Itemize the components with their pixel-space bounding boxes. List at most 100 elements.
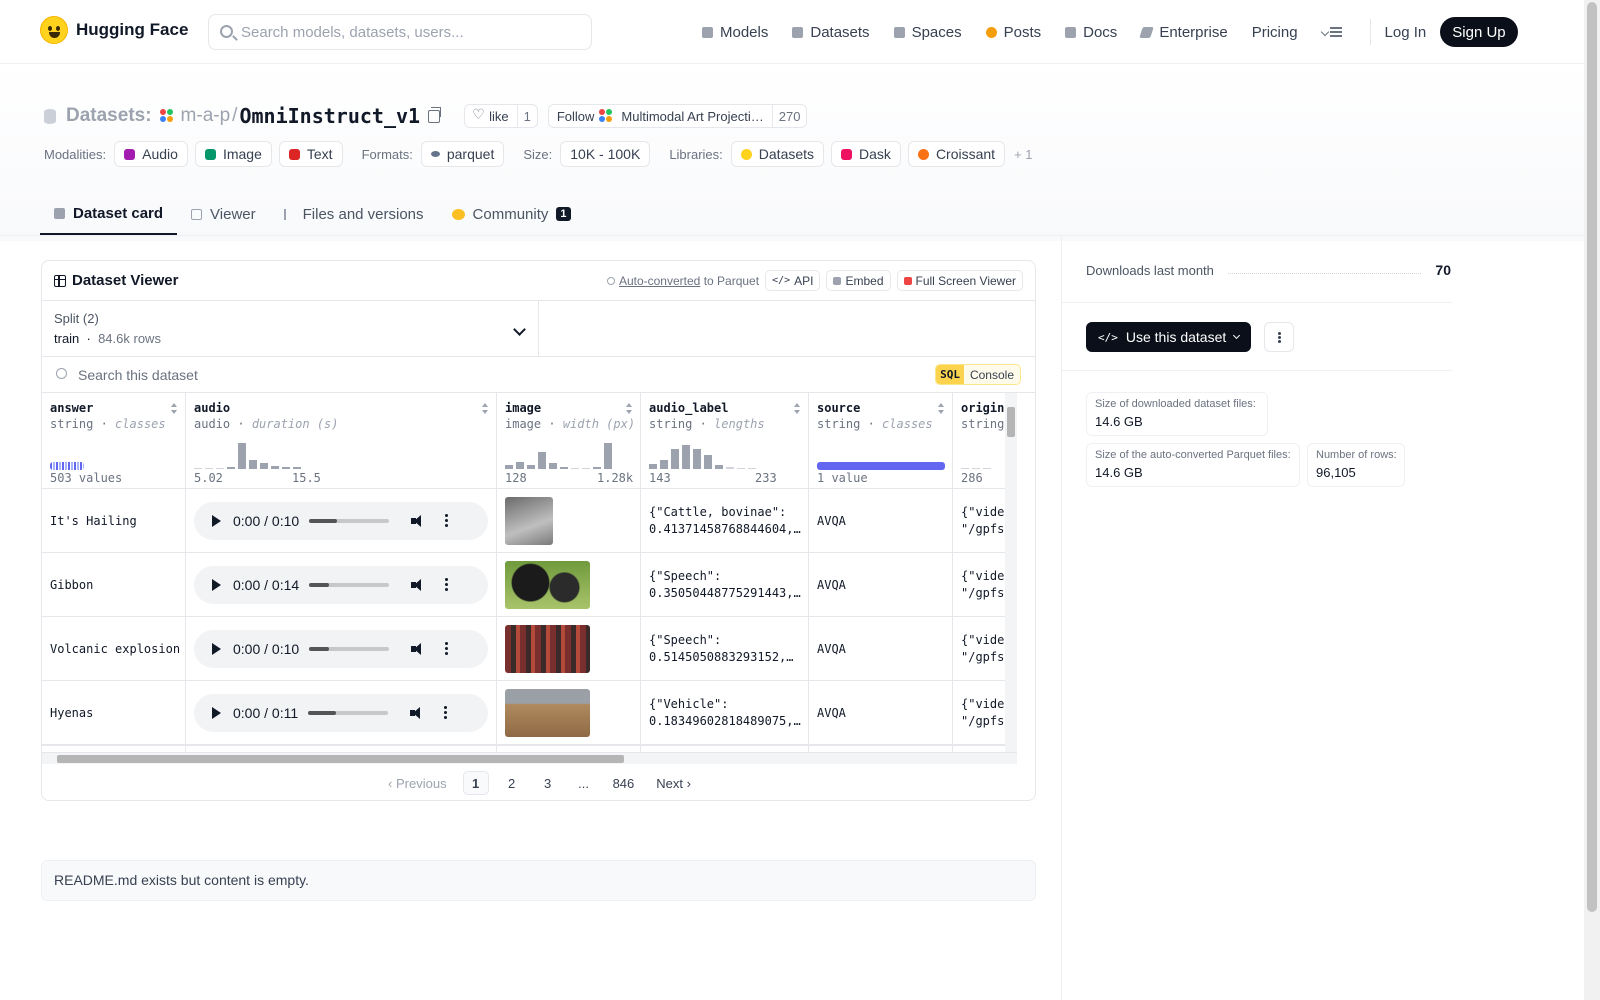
table-cell[interactable]: {"Cattle, bovinae": 0.41371458768844604,… [641, 489, 808, 553]
use-this-dataset-button[interactable]: </> Use this dataset [1086, 322, 1252, 352]
next-page-button[interactable]: Next › [650, 771, 697, 795]
viewer-search[interactable]: SQL Console [42, 357, 1035, 393]
previous-page-button[interactable]: ‹ Previous [382, 771, 453, 795]
sort-icon[interactable] [794, 403, 801, 415]
table-cell[interactable]: {"vide "/gpfs [953, 489, 1005, 553]
home-logo[interactable]: Hugging Face [40, 16, 188, 44]
libraries-more[interactable]: + 1 [1014, 147, 1032, 162]
fullscreen-button[interactable]: Full Screen Viewer [896, 270, 1023, 291]
login-link[interactable]: Log In [1385, 24, 1427, 41]
play-icon[interactable] [212, 642, 221, 655]
nav-datasets[interactable]: Datasets [792, 24, 870, 41]
table-cell[interactable]: Hyenas [42, 681, 185, 745]
table-cell[interactable]: {"vide "/gpfs [953, 553, 1005, 617]
tab-files[interactable]: Files and versions [270, 193, 438, 235]
nav-pricing[interactable]: Pricing [1252, 24, 1298, 41]
org-link[interactable]: m-a-p [181, 105, 231, 127]
table-cell[interactable] [497, 617, 640, 681]
tag-audio[interactable]: Audio [114, 141, 188, 167]
table-cell[interactable]: It's Hailing [42, 489, 185, 553]
audio-progress[interactable] [309, 646, 390, 651]
global-search-input[interactable] [241, 15, 581, 49]
column-header[interactable]: origin string 286 [953, 393, 1005, 489]
global-search[interactable] [208, 14, 592, 50]
table-cell[interactable]: {"Speech": 0.35050448775291443,… [641, 553, 808, 617]
nav-more-menu[interactable] [1322, 27, 1342, 37]
image-thumbnail[interactable] [505, 560, 590, 609]
column-header[interactable]: audio audio · duration (s) 5.02 15.5 [186, 393, 496, 489]
play-icon[interactable] [212, 578, 221, 591]
audio-player[interactable]: 0:00 / 0:10 [194, 501, 488, 540]
table-cell[interactable]: AVQA [809, 553, 952, 617]
table-cell[interactable]: AVQA [809, 617, 952, 681]
nav-spaces[interactable]: Spaces [893, 24, 962, 41]
table-cell[interactable]: Gibbon [42, 553, 185, 617]
datasets-section-link[interactable]: Datasets: [66, 105, 152, 127]
table-cell[interactable] [497, 489, 640, 553]
table-cell[interactable]: AVQA [809, 681, 952, 745]
column-header[interactable]: answer string · classes 503 values [42, 393, 185, 489]
sort-icon[interactable] [938, 403, 945, 415]
viewer-search-input[interactable] [78, 360, 778, 390]
sort-icon[interactable] [482, 403, 489, 415]
column-header[interactable]: audio_label string · lengths 143 233 [641, 393, 808, 489]
dataset-name[interactable]: OmniInstruct_v1 [239, 104, 420, 128]
nav-posts[interactable]: Posts [985, 24, 1041, 41]
page-scrollbar[interactable] [1584, 0, 1600, 1000]
volume-icon[interactable] [411, 578, 425, 591]
page-1-button[interactable]: 1 [462, 771, 489, 795]
page-2-button[interactable]: 2 [499, 771, 525, 795]
table-cell[interactable]: Volcanic explosion [42, 617, 185, 681]
tag-size[interactable]: 10K - 100K [560, 141, 651, 167]
more-options-icon[interactable] [445, 583, 449, 586]
tab-viewer[interactable]: Viewer [177, 193, 270, 235]
audio-progress[interactable] [309, 582, 390, 587]
image-thumbnail[interactable] [505, 624, 590, 673]
tag-image[interactable]: Image [194, 141, 272, 167]
more-options-icon[interactable] [445, 519, 449, 522]
volume-icon[interactable] [410, 706, 424, 719]
tag-dask[interactable]: Dask [831, 141, 901, 167]
table-cell[interactable] [497, 553, 640, 617]
table-vertical-scrollbar[interactable] [1005, 393, 1017, 752]
tab-community[interactable]: Community 1 [438, 193, 585, 235]
table-cell[interactable]: {"vide "/gpfs [953, 617, 1005, 681]
table-cell[interactable]: {"Speech": 0.5145050883293152,… [641, 617, 808, 681]
table-cell[interactable]: {"Vehicle": 0.18349602818489075,… [641, 681, 808, 745]
sql-console-button[interactable]: SQL Console [935, 364, 1021, 385]
more-actions-button[interactable] [1264, 322, 1294, 352]
nav-models[interactable]: Models [702, 24, 768, 41]
table-cell[interactable]: {"vide "/gpfs [953, 681, 1005, 745]
split-selector[interactable]: Split (2) train · 84.6k rows [42, 301, 539, 357]
more-options-icon[interactable] [444, 711, 448, 714]
play-icon[interactable] [212, 514, 221, 527]
sort-icon[interactable] [171, 403, 178, 415]
embed-button[interactable]: Embed [826, 270, 891, 291]
audio-player[interactable]: 0:00 / 0:14 [194, 565, 488, 604]
table-cell[interactable]: AVQA [809, 489, 952, 553]
api-button[interactable]: </> API [765, 270, 821, 291]
nav-enterprise[interactable]: Enterprise [1139, 24, 1228, 41]
nav-docs[interactable]: Docs [1065, 24, 1117, 41]
tab-dataset-card[interactable]: Dataset card [40, 193, 178, 235]
tag-croissant[interactable]: Croissant [907, 141, 1006, 167]
follow-button[interactable]: Follow Multimodal Art Projecti… 270 [547, 104, 808, 128]
column-header[interactable]: source string · classes 1 value [809, 393, 952, 489]
column-header[interactable]: image image · width (px) 128 1.28k [497, 393, 640, 489]
copy-icon[interactable] [428, 106, 442, 123]
auto-converted-link[interactable]: Auto-converted [619, 274, 700, 288]
page-3-button[interactable]: 3 [535, 771, 561, 795]
signup-button[interactable]: Sign Up [1440, 17, 1518, 47]
audio-player[interactable]: 0:00 / 0:10 [194, 629, 488, 668]
audio-progress[interactable] [308, 710, 389, 715]
tag-parquet[interactable]: parquet [420, 141, 505, 167]
more-options-icon[interactable] [445, 647, 449, 650]
image-thumbnail[interactable] [505, 496, 553, 545]
table-cell[interactable] [497, 681, 640, 745]
audio-progress[interactable] [309, 518, 390, 523]
like-button[interactable]: like 1 [464, 104, 538, 128]
image-thumbnail[interactable] [505, 688, 590, 737]
sort-icon[interactable] [626, 403, 633, 415]
volume-icon[interactable] [411, 642, 425, 655]
page-last-button[interactable]: 846 [607, 771, 641, 795]
